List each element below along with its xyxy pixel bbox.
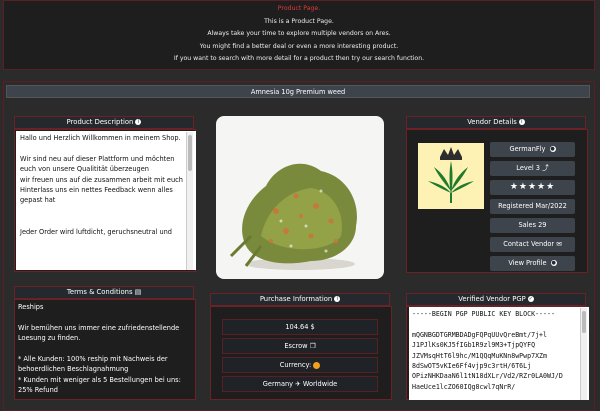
vendor-level-badge: Level 3 ⤴: [490, 161, 575, 176]
level-up-icon: ⤴: [542, 164, 549, 172]
pgp-key-textarea[interactable]: -----BEGIN PGP PUBLIC KEY BLOCK----- mQG…: [409, 307, 589, 400]
notice-line: This is a Product Page.: [264, 17, 334, 25]
pgp-scroll-thumb[interactable]: [582, 311, 586, 333]
monero-coin-icon: [313, 361, 321, 369]
shipping-route: Germany ✈ Worldwide: [222, 376, 378, 392]
copy-icon: ❐: [309, 342, 316, 350]
description-header-label: Product Description: [66, 118, 134, 126]
product-page-notice: Product Page. This is a Product Page. Al…: [3, 0, 595, 70]
pgp-header: Verified Vendor PGP ✓: [406, 293, 586, 306]
contact-vendor-button[interactable]: Contact Vendor ✉: [490, 237, 575, 252]
info-icon: i: [518, 119, 525, 125]
vendor-sales-badge: Sales 29: [490, 218, 575, 233]
vendor-level: Level 3: [516, 164, 540, 172]
vendor-rating-stars: ★★★★★: [490, 180, 575, 195]
purchase-header-label: Purchase Information: [259, 295, 333, 303]
user-icon: ●: [550, 260, 557, 266]
view-profile-button[interactable]: View Profile ●: [490, 256, 575, 271]
product-image: [216, 116, 384, 279]
currency-label: Currency:: [279, 361, 312, 369]
cannabis-bud-icon: [229, 163, 357, 270]
vendor-name: GermanFly: [509, 145, 546, 153]
vendor-name-badge[interactable]: GermanFly ●: [490, 142, 575, 157]
check-circle-icon: ✓: [527, 296, 534, 302]
user-icon: ●: [549, 146, 556, 152]
ship-to: Worldwide: [302, 380, 338, 388]
vendor-header-label: Vendor Details: [467, 118, 517, 126]
description-scrollbar[interactable]: [186, 132, 193, 270]
pgp-header-label: Verified Vendor PGP: [458, 295, 526, 303]
document-icon: ▤: [134, 288, 142, 296]
description-textarea[interactable]: Hallo und Herzlich Willkommen in meinem …: [16, 131, 196, 270]
description-scroll-thumb[interactable]: [188, 135, 192, 171]
airplane-icon: ✈: [295, 380, 301, 388]
envelope-icon: ✉: [556, 240, 562, 248]
terms-text: Reships Wir bemühen uns immer eine zufri…: [18, 303, 181, 395]
pgp-scrollbar[interactable]: [580, 308, 587, 400]
vendor-registered-badge: Registered Mar/2022: [490, 199, 575, 214]
notice-line: Always take your time to explore multipl…: [207, 30, 391, 37]
terms-header-label: Terms & Conditions: [66, 288, 133, 296]
product-title: Amnesia 10g Premium weed: [6, 85, 590, 98]
description-header: Product Description i: [14, 116, 194, 129]
purchase-header: Purchase Information i: [210, 293, 390, 306]
currency-badge: Currency:: [222, 357, 378, 373]
vendor-logo: [418, 143, 484, 209]
price-display: 104.64 $: [222, 319, 378, 335]
crowned-leaf-logo-icon: [428, 147, 474, 203]
escrow-badge: Escrow ❐: [222, 338, 378, 354]
vendor-header: Vendor Details i: [406, 116, 586, 129]
info-icon: i: [334, 296, 341, 302]
terms-header: Terms & Conditions ▤: [14, 286, 194, 299]
notice-line: You might find a better deal or even a m…: [199, 42, 399, 50]
contact-vendor-label: Contact Vendor: [503, 240, 555, 248]
ship-from: Germany: [262, 380, 294, 388]
notice-title: Product Page.: [277, 5, 321, 12]
notice-line: If you want to search with more detail f…: [173, 55, 425, 62]
info-icon: i: [135, 119, 142, 125]
view-profile-label: View Profile: [508, 259, 547, 267]
escrow-label: Escrow: [284, 342, 308, 350]
